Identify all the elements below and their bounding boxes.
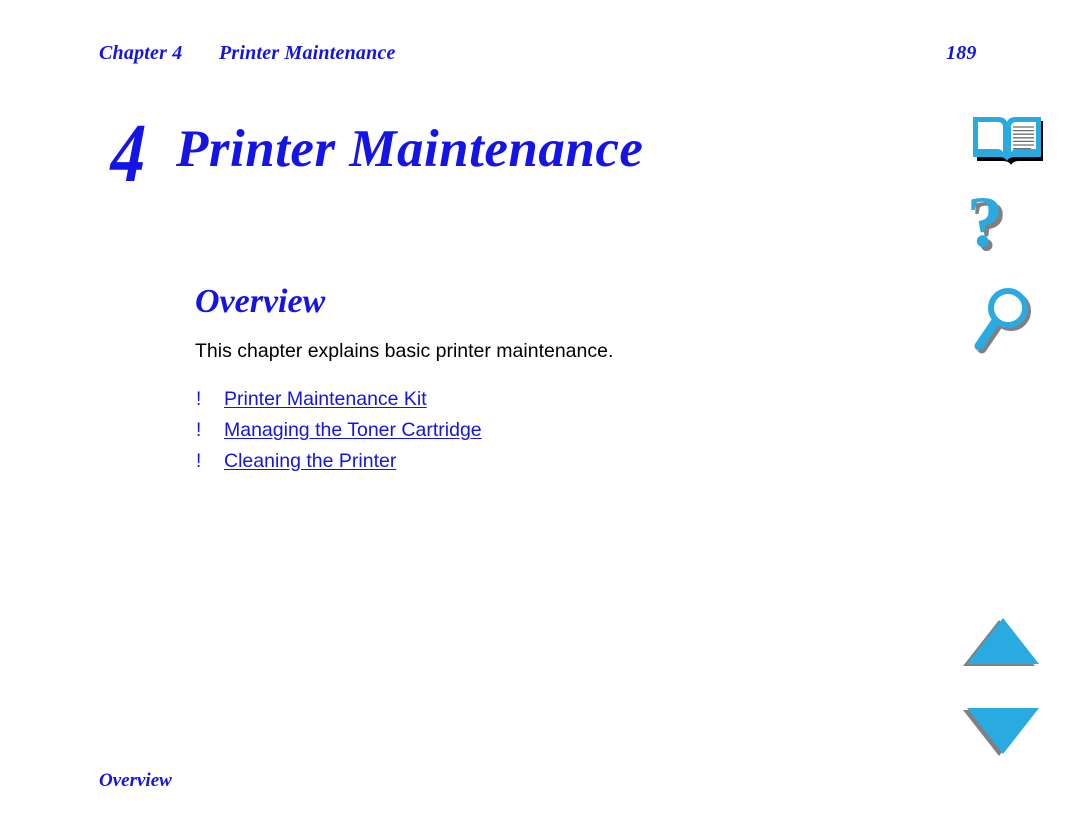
list-item[interactable]: ! Printer Maintenance Kit (193, 388, 713, 419)
section-intro-paragraph: This chapter explains basic printer main… (195, 340, 614, 362)
header-page-number: 189 (946, 42, 977, 64)
footer-section-name: Overview (99, 770, 172, 791)
section-heading-overview: Overview (195, 283, 326, 320)
bullet-marker-icon: ! (196, 389, 202, 410)
document-page: Chapter 4 Printer Maintenance 189 4 Prin… (0, 0, 1080, 834)
header-document-title: Printer Maintenance (219, 42, 396, 64)
svg-text:?: ? (967, 188, 1003, 262)
question-mark-icon[interactable]: ? ? (963, 188, 1043, 268)
triangle-down-icon[interactable] (963, 702, 1043, 760)
section-link-list: ! Printer Maintenance Kit ! Managing the… (193, 388, 713, 481)
bullet-marker-icon: ! (196, 420, 202, 441)
triangle-up-icon[interactable] (963, 612, 1043, 670)
list-item[interactable]: ! Cleaning the Printer (193, 450, 713, 481)
magnifier-icon[interactable] (963, 284, 1043, 362)
link-printer-maintenance-kit[interactable]: Printer Maintenance Kit (224, 388, 427, 411)
page-title: Printer Maintenance (176, 120, 644, 178)
link-managing-the-toner-cartridge[interactable]: Managing the Toner Cartridge (224, 419, 482, 442)
book-icon[interactable] (963, 108, 1043, 166)
header-chapter-label: Chapter 4 (99, 42, 183, 64)
link-cleaning-the-printer[interactable]: Cleaning the Printer (224, 450, 396, 473)
bullet-marker-icon: ! (196, 451, 202, 472)
chapter-number: 4 (108, 107, 148, 200)
list-item[interactable]: ! Managing the Toner Cartridge (193, 419, 713, 450)
